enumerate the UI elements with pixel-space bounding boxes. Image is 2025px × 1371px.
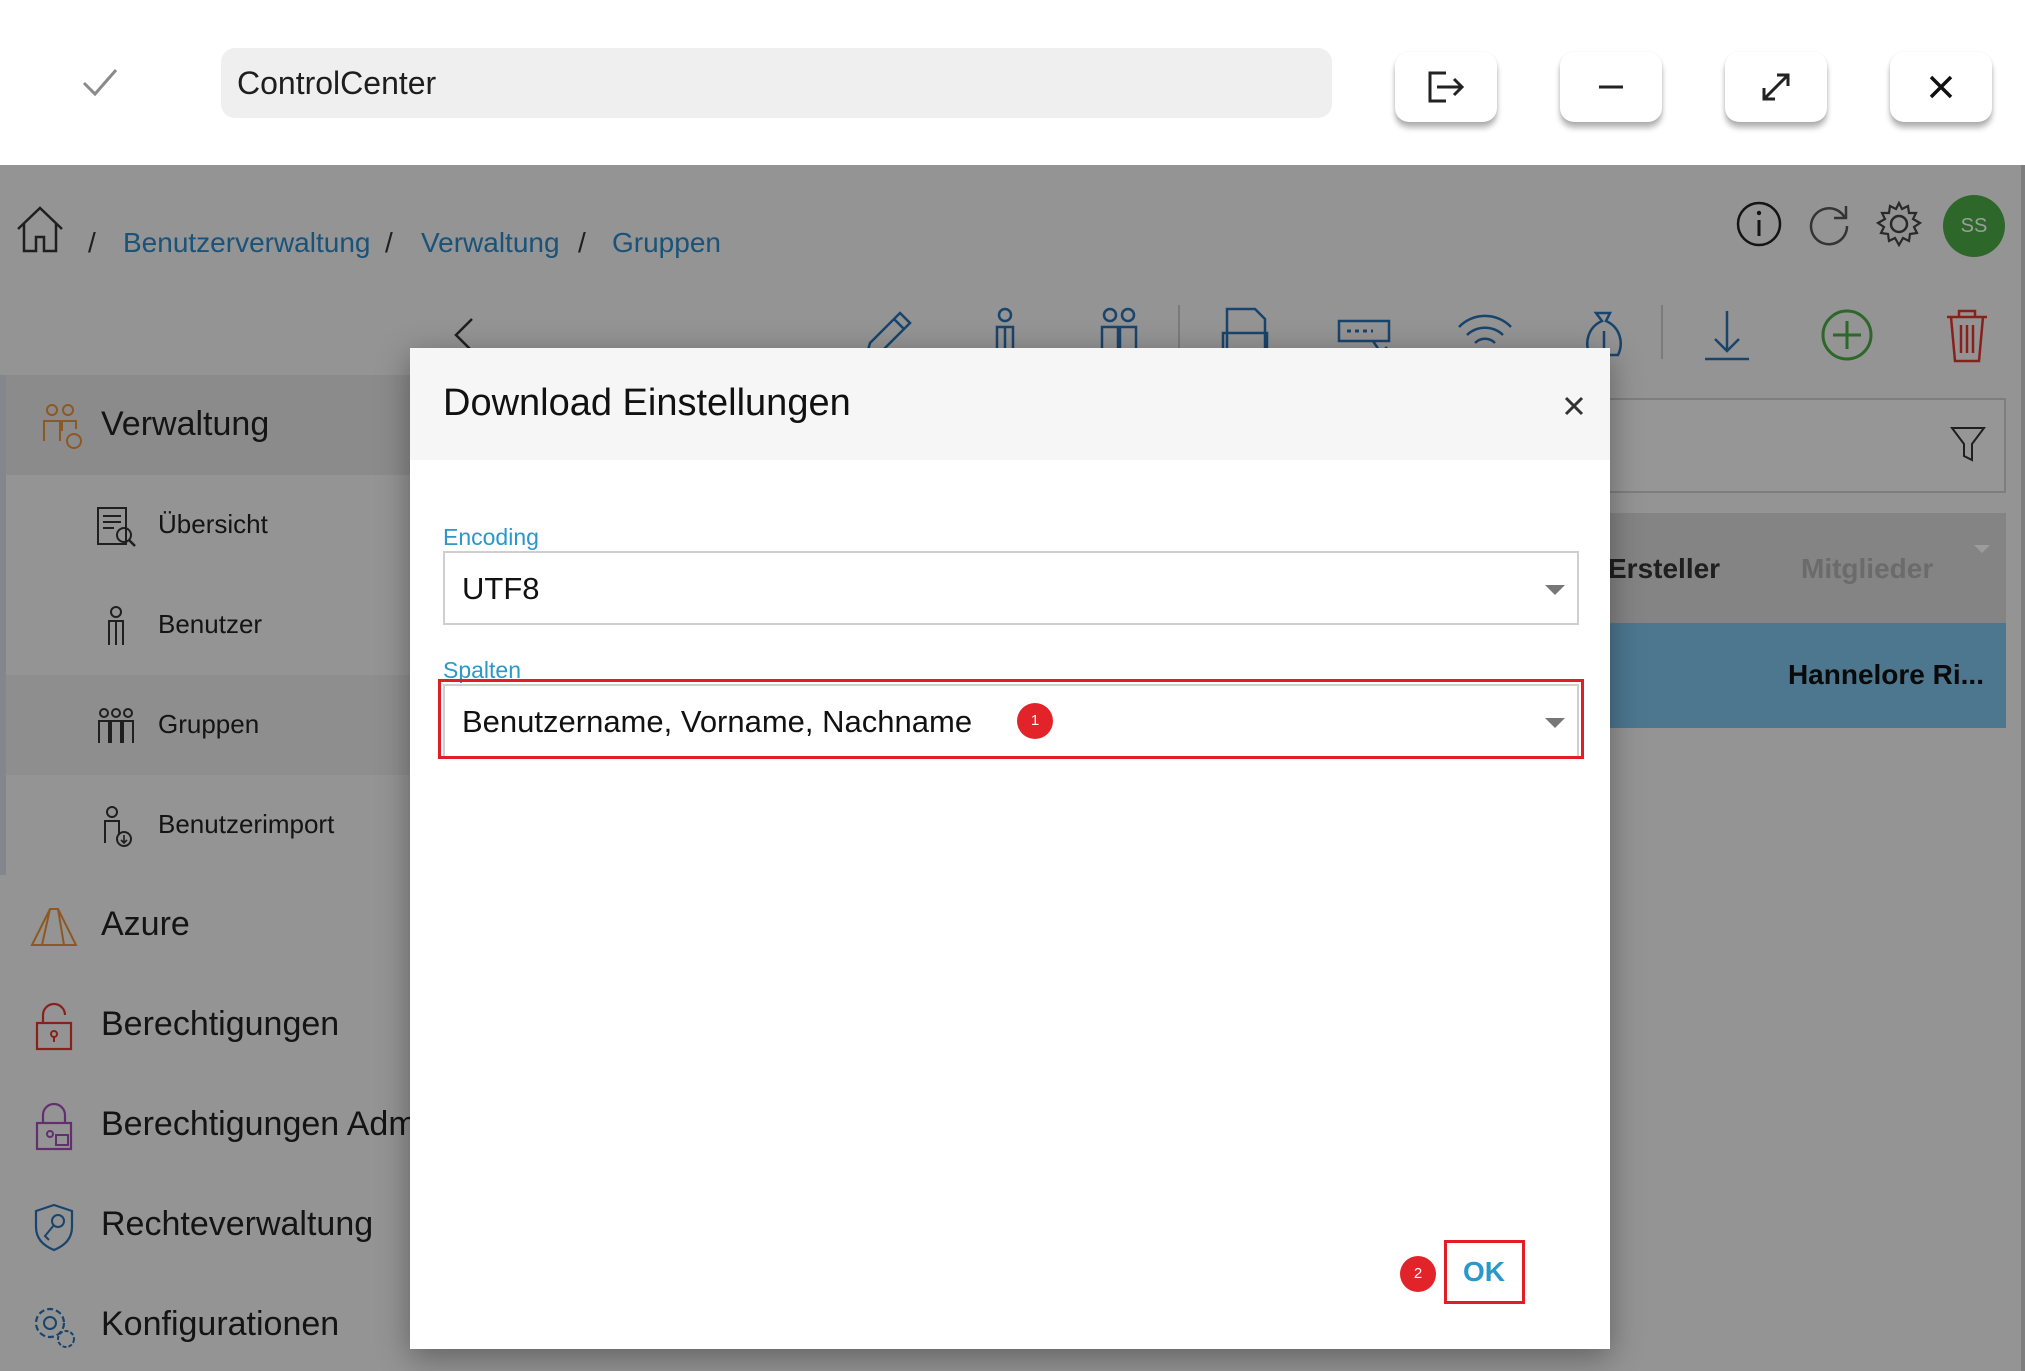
encoding-value: UTF8 [462, 571, 540, 606]
download-settings-dialog: Download Einstellungen Encoding UTF8 Spa… [410, 348, 1610, 1349]
step-marker-2: 2 [1400, 1256, 1436, 1292]
highlight-box-ok [1444, 1240, 1525, 1304]
encoding-select[interactable]: UTF8 [443, 551, 1579, 625]
maximize-button[interactable] [1725, 52, 1827, 122]
dialog-close-icon[interactable] [1560, 392, 1588, 420]
encoding-label: Encoding [443, 524, 539, 550]
dialog-title: Download Einstellungen [443, 382, 851, 424]
close-icon [1928, 74, 1954, 100]
logout-icon [1426, 70, 1466, 104]
logout-button[interactable] [1395, 52, 1497, 122]
step-marker-1: 1 [1017, 703, 1053, 739]
maximize-icon [1761, 72, 1791, 102]
highlight-box-spalten [438, 679, 1584, 759]
check-icon[interactable] [80, 62, 120, 102]
window-titlebar: ControlCenter [0, 0, 2025, 165]
chevron-down-icon[interactable] [1545, 585, 1565, 595]
minimize-icon [1597, 84, 1625, 90]
close-window-button[interactable] [1890, 52, 1992, 122]
window-title: ControlCenter [221, 48, 1332, 118]
dialog-header: Download Einstellungen [410, 348, 1610, 460]
minimize-button[interactable] [1560, 52, 1662, 122]
